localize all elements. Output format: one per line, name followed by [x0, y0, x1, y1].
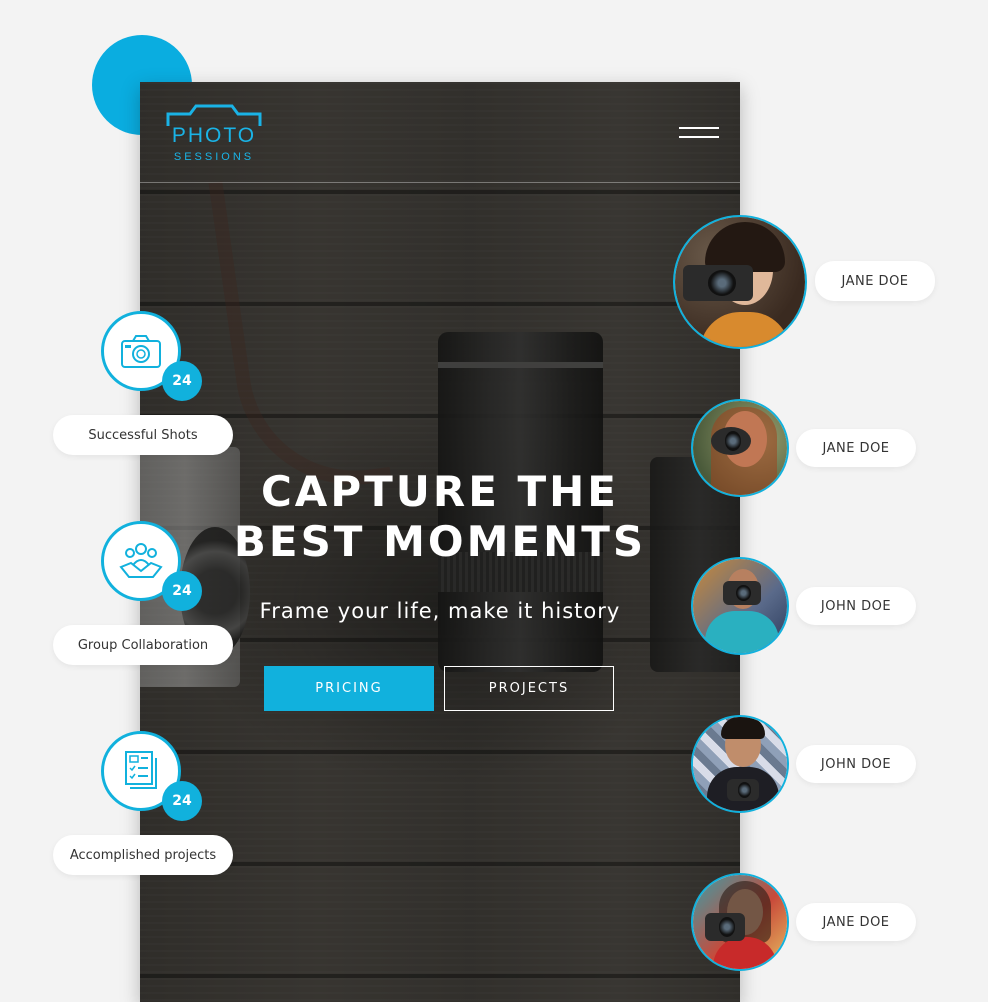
stat-count: 24 [162, 361, 202, 401]
hero-title-line-2: BEST MOMENTS [233, 517, 647, 566]
team-handshake-icon [119, 543, 163, 578]
hero-subtitle: Frame your life, make it history [259, 599, 621, 623]
header-divider [140, 182, 740, 183]
avatar[interactable] [691, 715, 789, 813]
hero-title: CAPTURE THE BEST MOMENTS [140, 467, 740, 567]
stat-count: 24 [162, 781, 202, 821]
logo-word: PHOTO [171, 124, 257, 147]
pricing-button[interactable]: PRICING [264, 666, 434, 711]
hero-title-line-1: CAPTURE THE [260, 467, 619, 516]
projects-button[interactable]: PROJECTS [444, 666, 614, 711]
person-name: JANE DOE [796, 903, 916, 941]
hamburger-menu-icon[interactable] [675, 125, 719, 141]
person-name: JOHN DOE [796, 587, 916, 625]
camera-icon [121, 335, 161, 368]
stat-label: Group Collaboration [53, 625, 233, 665]
logo[interactable]: PHOTO SESSIONS [162, 102, 272, 166]
stat-count: 24 [162, 571, 202, 611]
documents-checklist-icon [125, 751, 157, 789]
avatar[interactable] [691, 399, 789, 497]
person-name: JANE DOE [815, 261, 935, 301]
avatar[interactable] [691, 873, 789, 971]
avatar[interactable] [673, 215, 807, 349]
person-name: JOHN DOE [796, 745, 916, 783]
stat-label: Successful Shots [53, 415, 233, 455]
logo-subtitle: SESSIONS [173, 151, 255, 163]
stat-label: Accomplished projects [53, 835, 233, 875]
avatar[interactable] [691, 557, 789, 655]
person-name: JANE DOE [796, 429, 916, 467]
